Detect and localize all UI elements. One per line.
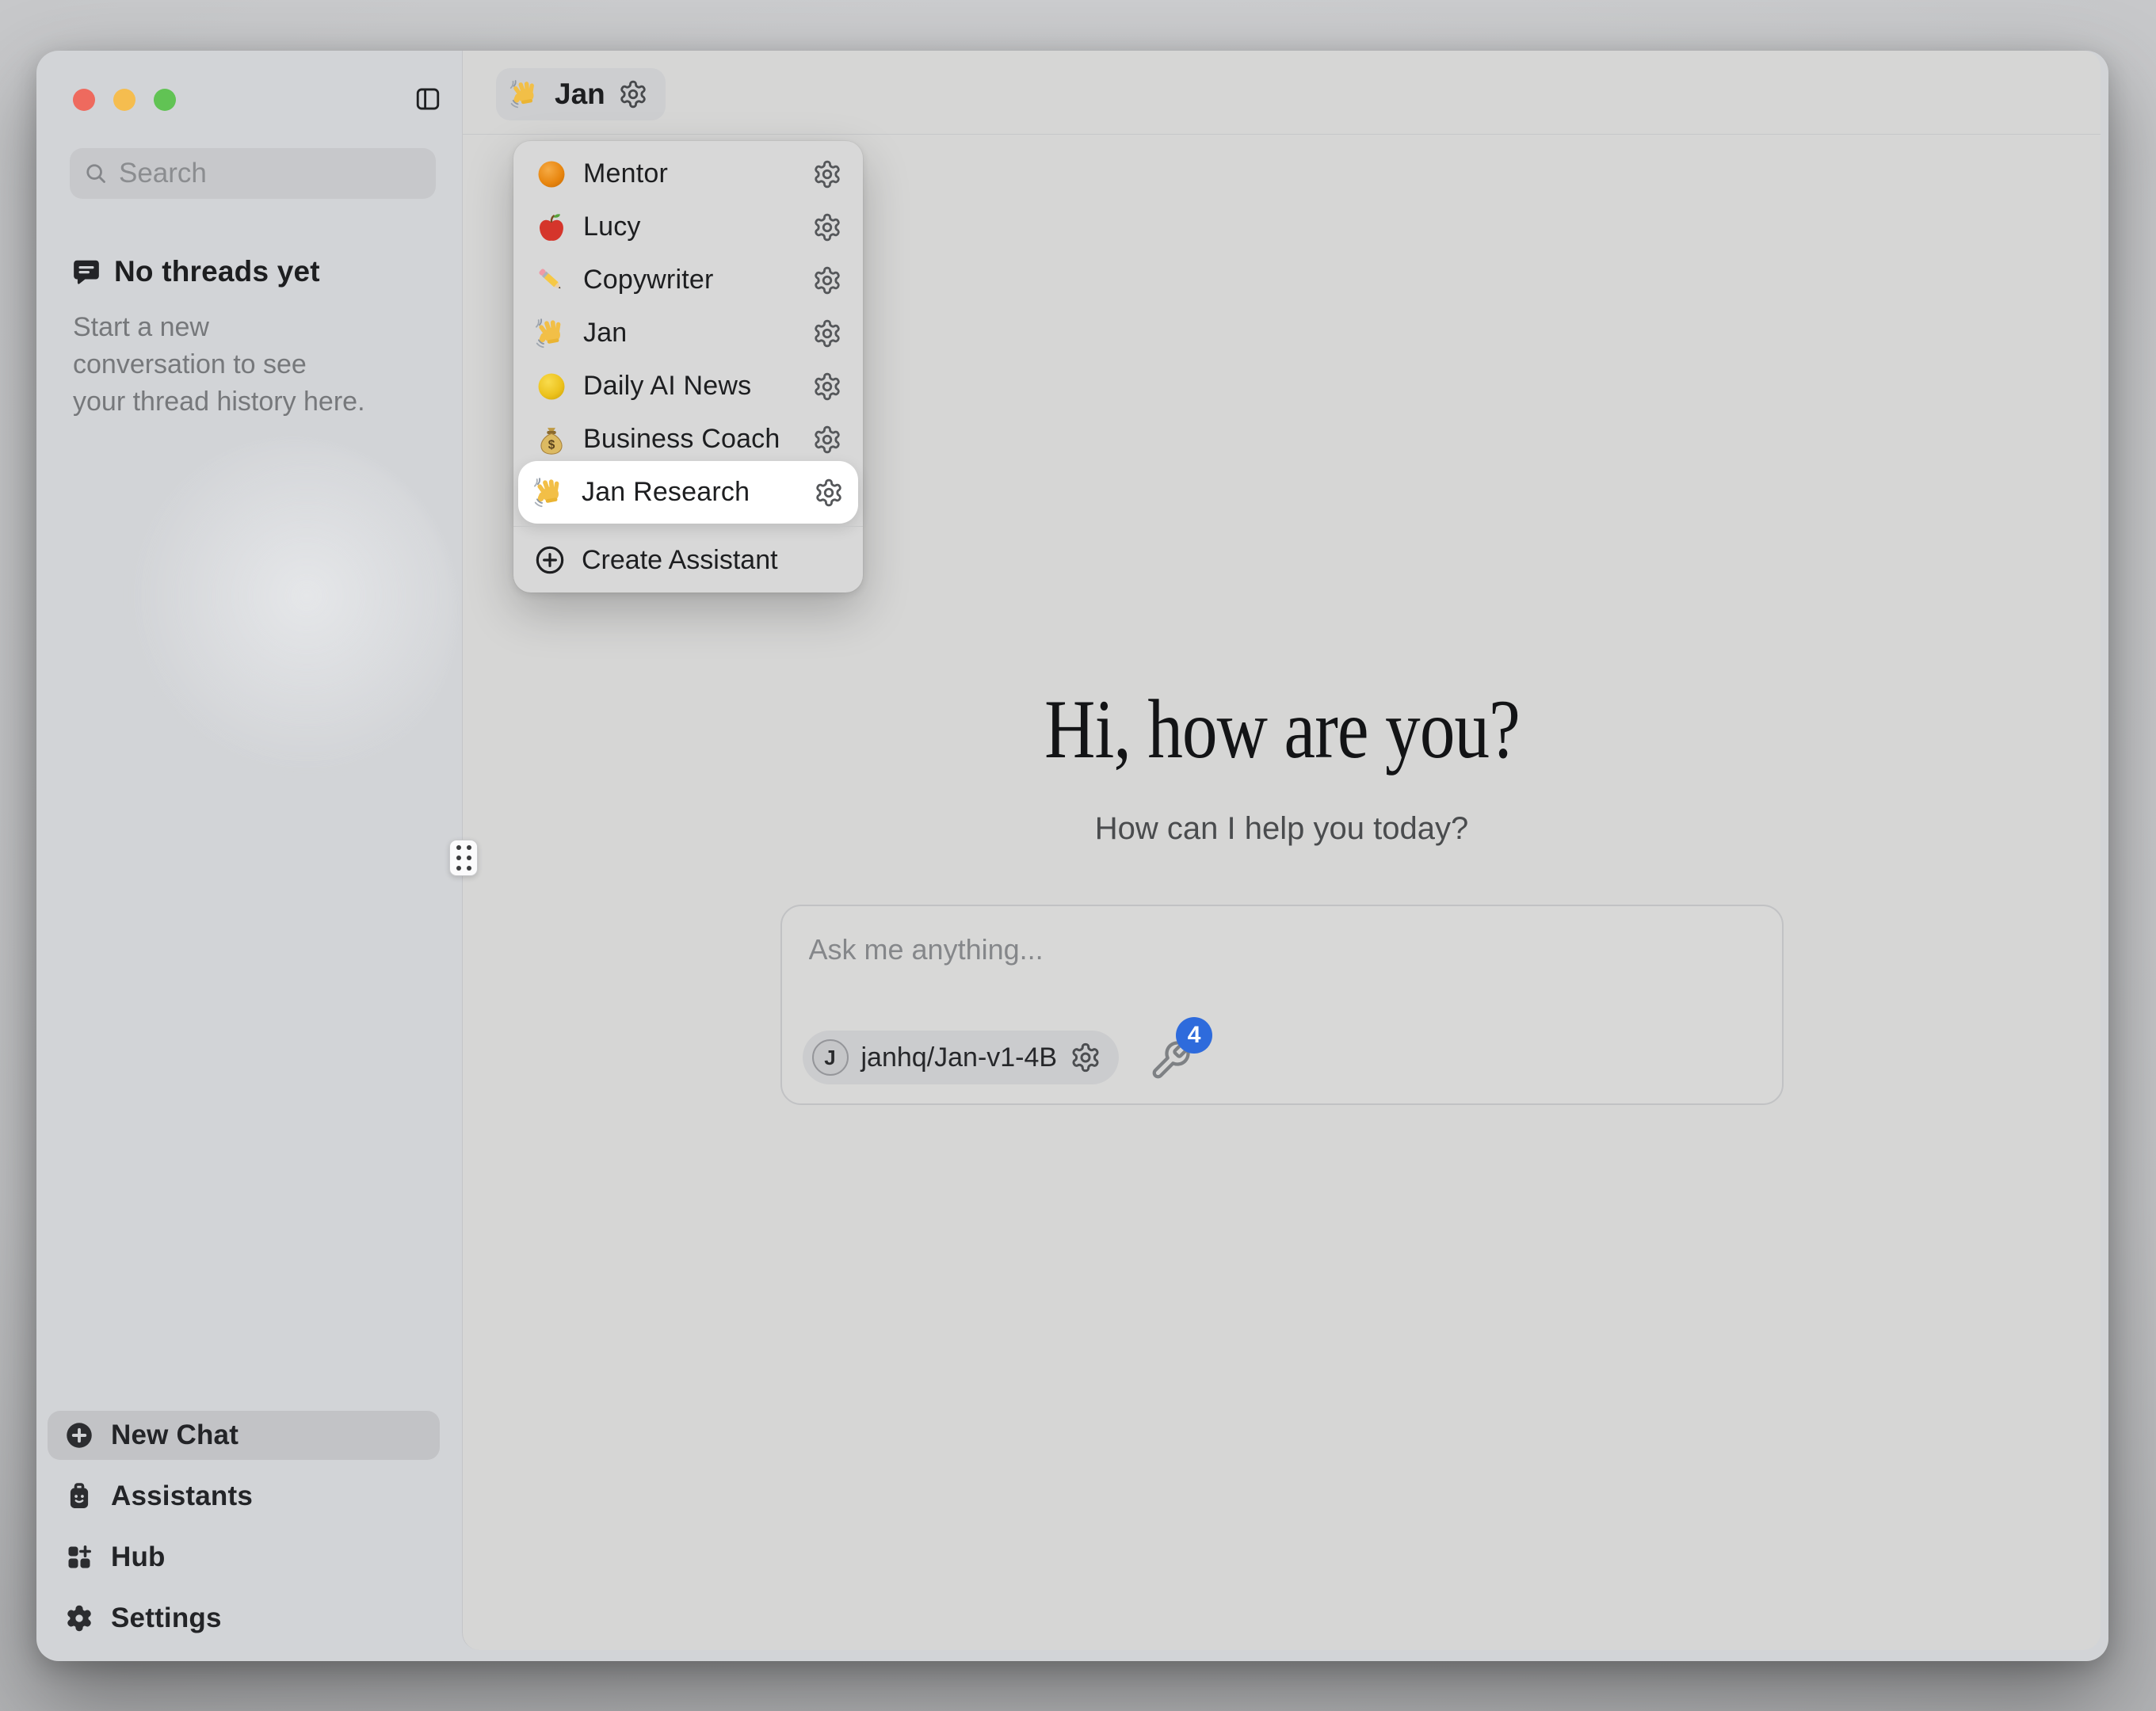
composer: J janhq/Jan-v1-4B 4 — [780, 905, 1784, 1105]
assistant-menu-item-daily-ai-news[interactable]: Daily AI News — [520, 360, 857, 413]
search-input[interactable] — [119, 158, 422, 189]
wave-hand-icon — [534, 316, 569, 351]
assistant-menu-item-business-coach[interactable]: Business Coach — [520, 413, 857, 466]
assistant-selector-chip[interactable]: Jan — [496, 68, 666, 120]
yellow-circle-icon — [534, 369, 569, 404]
robot-icon — [65, 1482, 93, 1511]
assistant-item-gear-icon[interactable] — [814, 478, 844, 508]
plus-circle-icon — [534, 544, 566, 576]
window-controls — [73, 89, 176, 111]
app-window: No threads yet Start a new conversation … — [36, 51, 2108, 1661]
assistant-menu: Mentor Lucy Copywriter Jan Daily AI News… — [513, 141, 863, 593]
sidebar-item-new-chat[interactable]: New Chat — [48, 1411, 440, 1460]
empty-state-description: Start a new conversation to see your thr… — [73, 309, 366, 421]
wave-hand-icon — [509, 78, 542, 111]
hub-grid-icon — [65, 1543, 93, 1572]
assistant-item-gear-icon[interactable] — [812, 212, 842, 242]
assistant-menu-item-jan-research[interactable]: Jan Research — [518, 461, 858, 524]
create-assistant-label: Create Assistant — [582, 545, 778, 576]
sidebar-nav: New Chat Assistants Hub Settings — [48, 1411, 440, 1643]
model-avatar: J — [812, 1039, 849, 1076]
tools-button[interactable]: 4 — [1149, 1035, 1192, 1080]
assistant-settings-gear-icon[interactable] — [618, 79, 648, 109]
assistant-item-gear-icon[interactable] — [812, 372, 842, 402]
menu-divider — [513, 526, 863, 527]
search-field[interactable] — [70, 148, 436, 199]
assistant-item-gear-icon[interactable] — [812, 425, 842, 455]
orange-circle-icon — [534, 157, 569, 192]
sidebar-item-settings[interactable]: Settings — [48, 1594, 440, 1643]
gear-icon — [65, 1604, 93, 1633]
sidebar: No threads yet Start a new conversation … — [36, 51, 462, 1661]
empty-state-title: No threads yet — [114, 255, 320, 288]
assistant-item-gear-icon[interactable] — [812, 159, 842, 189]
main-header: Jan — [463, 51, 2101, 135]
plus-circle-icon — [65, 1421, 93, 1450]
assistant-menu-item-jan[interactable]: Jan — [520, 307, 857, 360]
assistant-item-gear-icon[interactable] — [812, 265, 842, 295]
greeting-subtitle: How can I help you today? — [463, 811, 2101, 847]
minimize-button[interactable] — [113, 89, 135, 111]
model-settings-gear-icon[interactable] — [1070, 1042, 1101, 1073]
sidebar-toggle-icon[interactable] — [414, 86, 441, 112]
close-button[interactable] — [73, 89, 95, 111]
tools-count-badge: 4 — [1176, 1017, 1212, 1054]
search-icon — [84, 162, 108, 185]
money-bag-icon — [534, 422, 569, 457]
model-name: janhq/Jan-v1-4B — [861, 1042, 1058, 1073]
assistant-menu-item-copywriter[interactable]: Copywriter — [520, 253, 857, 307]
apple-icon — [534, 210, 569, 245]
assistant-item-gear-icon[interactable] — [812, 318, 842, 349]
assistant-menu-item-mentor[interactable]: Mentor — [520, 147, 857, 200]
assistant-selector-label: Jan — [555, 78, 605, 111]
chat-bubble-icon — [71, 257, 101, 287]
assistant-menu-item-lucy[interactable]: Lucy — [520, 200, 857, 253]
sidebar-item-hub[interactable]: Hub — [48, 1533, 440, 1582]
sidebar-resize-handle[interactable] — [449, 840, 478, 876]
pencil-icon — [534, 263, 569, 298]
wave-hand-icon — [532, 475, 567, 510]
sidebar-glow — [124, 439, 456, 787]
message-input[interactable] — [809, 933, 1755, 966]
sidebar-item-assistants[interactable]: Assistants — [48, 1472, 440, 1521]
create-assistant-button[interactable]: Create Assistant — [520, 532, 857, 588]
greeting-title: Hi, how are you? — [1044, 681, 1520, 778]
model-selector-chip[interactable]: J janhq/Jan-v1-4B — [803, 1031, 1120, 1084]
main-panel: Jan Mentor Lucy Copywriter Jan Daily AI … — [462, 51, 2101, 1650]
zoom-button[interactable] — [154, 89, 176, 111]
